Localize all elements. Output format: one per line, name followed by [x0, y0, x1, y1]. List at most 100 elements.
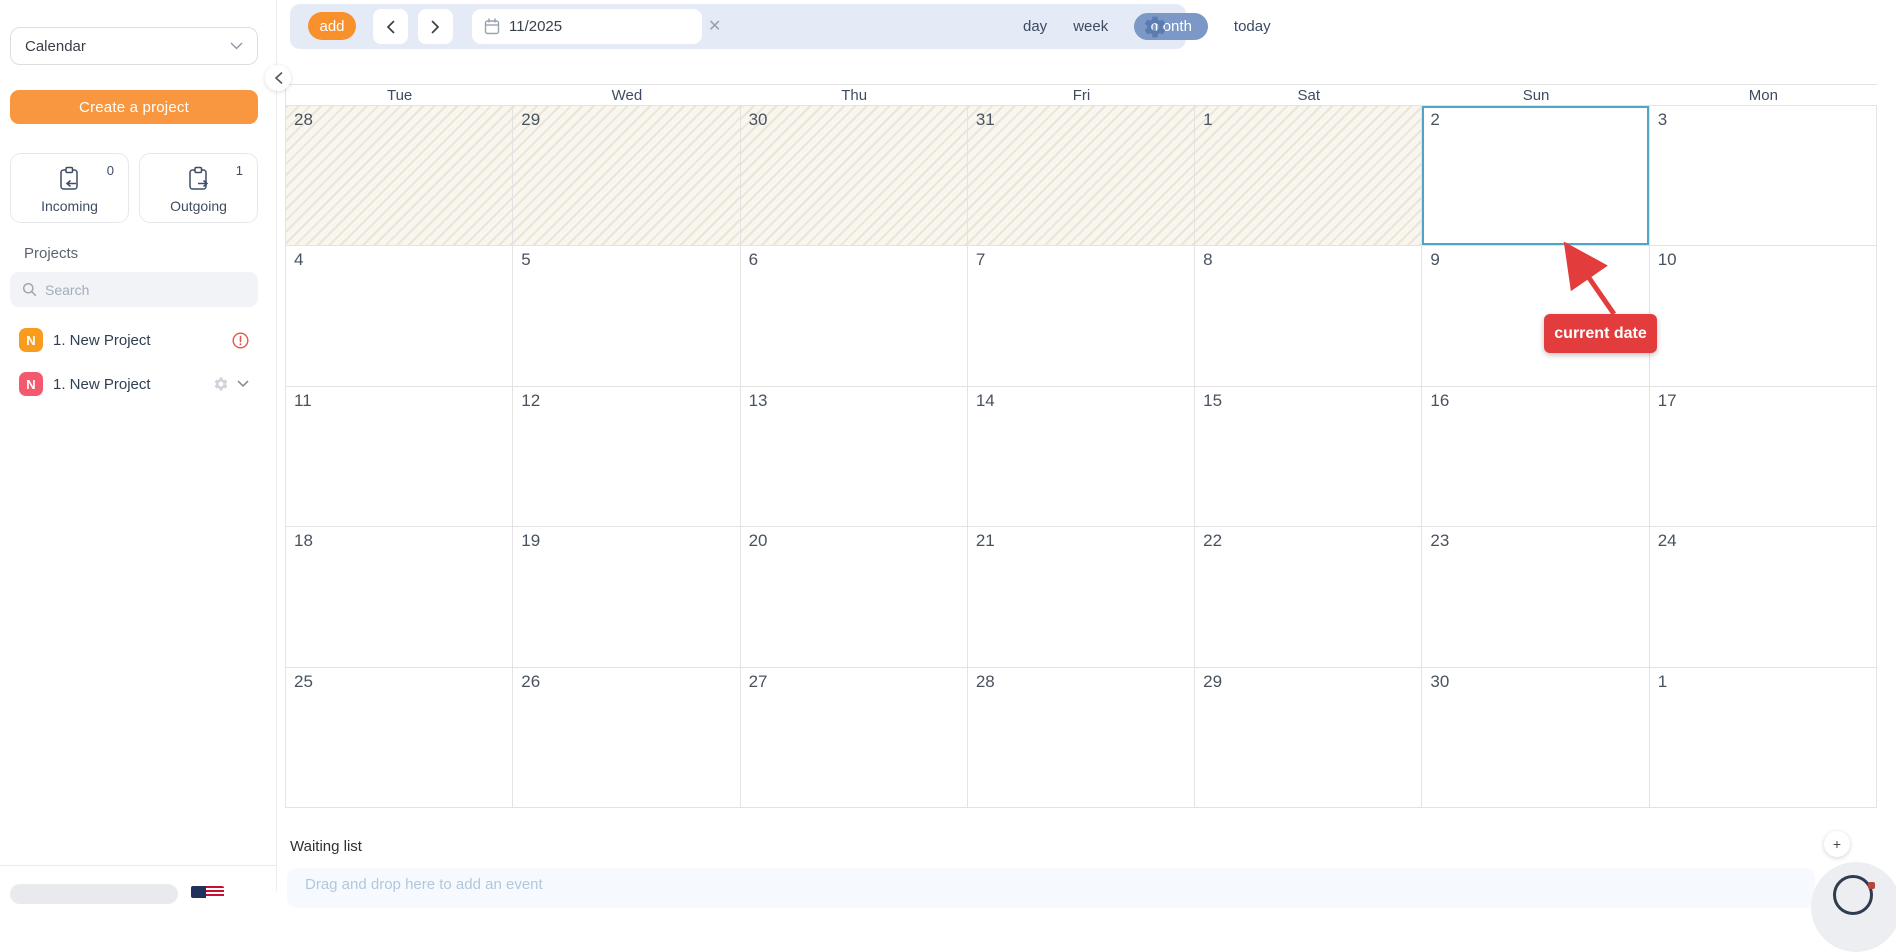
add-event-button[interactable]: add [308, 12, 356, 40]
day-cell-26[interactable]: 26 [513, 668, 740, 808]
day-cell-20[interactable]: 20 [741, 527, 968, 667]
view-day-button[interactable]: day [1023, 18, 1047, 35]
day-cell-27[interactable]: 27 [741, 668, 968, 808]
day-cell-17[interactable]: 17 [1650, 387, 1877, 527]
day-cell-19[interactable]: 19 [513, 527, 740, 667]
settings-gear-icon[interactable] [1142, 14, 1168, 40]
day-cell-11[interactable]: 11 [286, 387, 513, 527]
day-number: 1 [1203, 110, 1212, 130]
day-cell-31[interactable]: 31 [968, 106, 1195, 246]
bottom-toolbar-pill[interactable] [10, 884, 178, 904]
project-avatar: N [19, 372, 43, 396]
day-cell-24[interactable]: 24 [1650, 527, 1877, 667]
clear-date-icon[interactable]: ✕ [708, 19, 721, 35]
day-cell-current[interactable]: 2 [1422, 106, 1649, 246]
day-cell-29[interactable]: 29 [1195, 668, 1422, 808]
view-today-button[interactable]: today [1234, 18, 1271, 35]
day-cell-6[interactable]: 6 [741, 246, 968, 386]
day-number: 31 [976, 110, 995, 130]
day-cell-10[interactable]: 10 [1650, 246, 1877, 386]
day-number: 25 [294, 672, 313, 692]
incoming-card[interactable]: 0 Incoming [10, 153, 129, 223]
waiting-list-dropzone[interactable]: Drag and drop here to add an event [287, 868, 1815, 908]
outgoing-card[interactable]: 1 Outgoing [139, 153, 258, 223]
day-cell-30[interactable]: 30 [741, 106, 968, 246]
calendar-toolbar: add ✕ dayweekmonthtoday [290, 4, 1186, 49]
day-number: 21 [976, 531, 995, 551]
next-period-button[interactable] [418, 9, 453, 44]
day-cell-25[interactable]: 25 [286, 668, 513, 808]
day-cell-16[interactable]: 16 [1422, 387, 1649, 527]
day-cell-12[interactable]: 12 [513, 387, 740, 527]
day-number: 8 [1203, 250, 1212, 270]
day-number: 9 [1430, 250, 1439, 270]
day-cell-15[interactable]: 15 [1195, 387, 1422, 527]
project-name: 1. New Project [53, 332, 151, 349]
day-header-wed: Wed [513, 85, 740, 105]
day-number: 6 [749, 250, 758, 270]
calendar-select[interactable]: Calendar [10, 27, 258, 65]
waiting-list-add-button[interactable]: + [1824, 831, 1850, 857]
day-cell-23[interactable]: 23 [1422, 527, 1649, 667]
project-item[interactable]: N 1. New Project [0, 318, 277, 362]
chevron-down-icon[interactable] [237, 380, 249, 388]
day-number: 16 [1430, 391, 1449, 411]
day-number: 20 [749, 531, 768, 551]
day-number: 14 [976, 391, 995, 411]
chevron-left-icon [386, 20, 395, 34]
day-cell-1[interactable]: 1 [1650, 668, 1877, 808]
day-cell-22[interactable]: 22 [1195, 527, 1422, 667]
sidebar-divider [0, 865, 277, 866]
day-header-sun: Sun [1422, 85, 1649, 105]
day-cell-3[interactable]: 3 [1650, 106, 1877, 246]
day-number: 15 [1203, 391, 1222, 411]
day-cell-4[interactable]: 4 [286, 246, 513, 386]
day-number: 22 [1203, 531, 1222, 551]
day-cell-30[interactable]: 30 [1422, 668, 1649, 808]
day-cell-29[interactable]: 29 [513, 106, 740, 246]
day-cell-28[interactable]: 28 [968, 668, 1195, 808]
day-cell-1[interactable]: 1 [1195, 106, 1422, 246]
day-cell-7[interactable]: 7 [968, 246, 1195, 386]
day-header-fri: Fri [968, 85, 1195, 105]
project-avatar: N [19, 328, 43, 352]
chevron-down-icon [230, 42, 243, 50]
project-item[interactable]: N 1. New Project [0, 362, 277, 406]
headset-icon [1833, 875, 1873, 915]
calendar-icon [484, 18, 500, 35]
day-number: 29 [1203, 672, 1222, 692]
day-cell-5[interactable]: 5 [513, 246, 740, 386]
day-cell-13[interactable]: 13 [741, 387, 968, 527]
day-number: 2 [1430, 110, 1439, 130]
project-search[interactable] [10, 272, 258, 307]
day-cell-18[interactable]: 18 [286, 527, 513, 667]
day-cell-28[interactable]: 28 [286, 106, 513, 246]
day-number: 18 [294, 531, 313, 551]
view-week-button[interactable]: week [1073, 18, 1108, 35]
support-chat-button[interactable] [1811, 862, 1896, 952]
day-number: 7 [976, 250, 985, 270]
project-list: N 1. New Project N 1. New Project [0, 318, 277, 406]
date-input[interactable] [509, 18, 708, 35]
day-cell-14[interactable]: 14 [968, 387, 1195, 527]
day-number: 17 [1658, 391, 1677, 411]
date-picker-field[interactable]: ✕ [472, 9, 702, 44]
day-cell-21[interactable]: 21 [968, 527, 1195, 667]
card-label: Incoming [41, 198, 98, 214]
waiting-list-title: Waiting list [290, 838, 362, 855]
gear-icon[interactable] [213, 376, 229, 392]
clipboard-out-icon [186, 166, 211, 193]
sidebar: Calendar Create a project 0 Incoming1 Ou… [0, 0, 277, 891]
language-flag-icon[interactable] [191, 886, 224, 898]
count-badge: 0 [107, 163, 114, 178]
clipboard-in-icon [57, 166, 82, 193]
sidebar-collapse-button[interactable] [265, 65, 291, 91]
day-cell-8[interactable]: 8 [1195, 246, 1422, 386]
prev-period-button[interactable] [373, 9, 408, 44]
day-number: 4 [294, 250, 303, 270]
create-project-button[interactable]: Create a project [10, 90, 258, 124]
day-number: 23 [1430, 531, 1449, 551]
search-input[interactable] [45, 282, 225, 298]
day-number: 5 [521, 250, 530, 270]
day-header-sat: Sat [1195, 85, 1422, 105]
